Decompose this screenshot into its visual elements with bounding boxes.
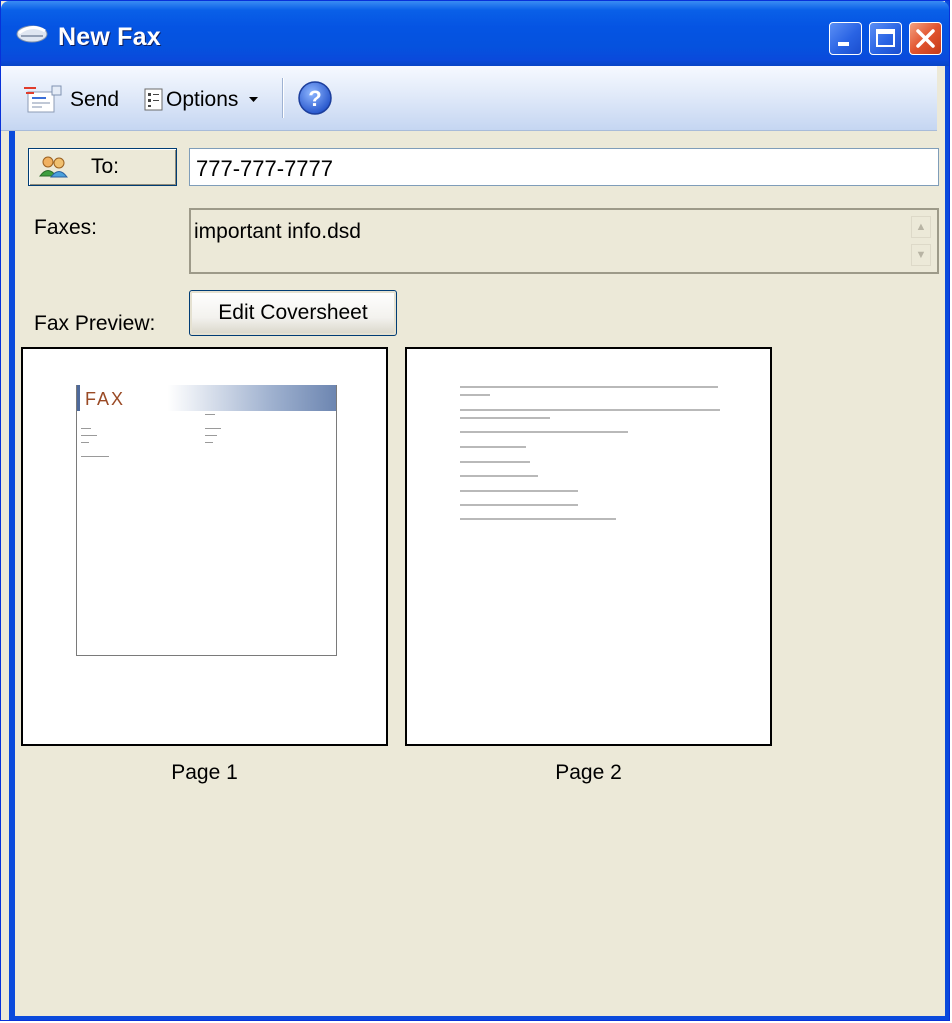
edit-coversheet-button[interactable]: Edit Coversheet [189,290,397,336]
minimize-button[interactable] [829,22,862,55]
coversheet-accent [77,385,80,411]
toolbar: Send Options ? [1,66,937,131]
page-2-caption: Page 2 [555,761,622,784]
fax-preview-label: Fax Preview: [34,312,156,335]
options-label: Options [166,88,239,111]
toolbar-separator [282,78,283,118]
close-icon [916,29,935,48]
faxes-label: Faxes: [34,216,98,239]
help-icon[interactable]: ? [297,80,333,116]
send-fax-icon [24,85,62,113]
to-button-label: To: [91,155,120,178]
send-button[interactable]: Send [24,84,119,116]
fax-app-icon [16,25,48,43]
contacts-icon [39,156,68,178]
options-dropdown-button[interactable]: Options [144,84,263,116]
maximize-button[interactable] [869,22,902,55]
close-button[interactable] [909,22,942,55]
scroll-down-icon[interactable]: ▼ [911,244,931,266]
minimize-icon [838,42,849,46]
new-fax-window: New Fax Send Options ? To: 777-777-7777 … [0,0,950,1021]
to-button[interactable]: To: [28,148,177,186]
scroll-up-icon[interactable]: ▲ [911,216,931,238]
recipient-field[interactable]: 777-777-7777 [189,148,939,186]
faxes-list[interactable]: important info.dsd ▲ ▼ [189,208,939,274]
page-1-preview[interactable]: FAX [21,347,388,746]
title-bar[interactable]: New Fax [1,1,949,66]
coversheet-title: FAX [85,389,126,409]
fax-file-item[interactable]: important info.dsd [194,220,361,244]
page-2-preview[interactable] [405,347,772,746]
chevron-down-icon [249,97,259,102]
coversheet-thumbnail: FAX [76,385,337,656]
page-1-caption: Page 1 [171,761,238,784]
window-title: New Fax [58,23,161,51]
faxes-scrollbar[interactable]: ▲ ▼ [911,216,933,270]
options-icon [144,88,163,111]
maximize-icon [876,29,895,47]
send-label: Send [70,88,120,111]
svg-text:?: ? [308,86,321,111]
